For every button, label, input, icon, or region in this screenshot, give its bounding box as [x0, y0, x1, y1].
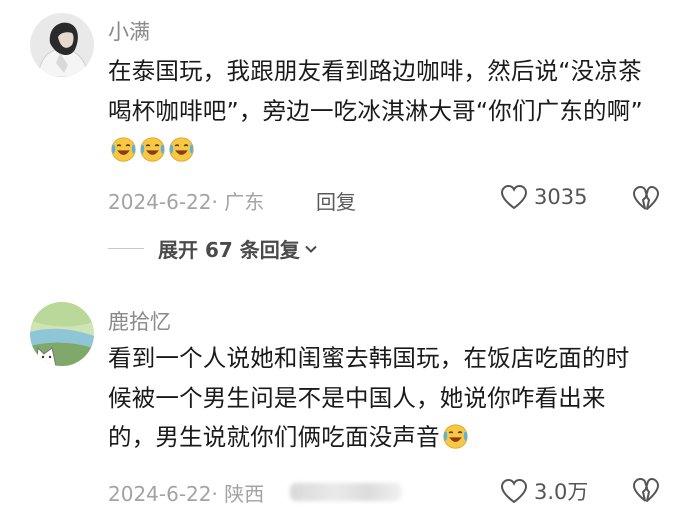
- comment-text-content: 看到一个人说她和闺蜜去韩国玩，在饭店吃面的时候被一个男生问是不是中国人，她说你咋…: [108, 344, 630, 451]
- comment-2: 鹿拾忆 看到一个人说她和闺蜜去韩国玩，在饭店吃面的时候被一个男生问是不是中国人，…: [0, 290, 690, 509]
- expand-replies-label: 展开 67 条回复: [158, 238, 300, 262]
- heart-outline-icon: [500, 184, 528, 210]
- expand-divider-line: [108, 248, 144, 249]
- expand-replies-button[interactable]: 展开 67 条回复: [108, 234, 318, 263]
- username[interactable]: 鹿拾忆: [108, 306, 171, 336]
- laugh-cry-emoji-icon: [442, 423, 469, 450]
- heart-outline-icon: [500, 478, 528, 504]
- comment-text: 看到一个人说她和闺蜜去韩国玩，在饭店吃面的时候被一个男生问是不是中国人，她说你咋…: [108, 339, 648, 458]
- like-button[interactable]: 3035: [500, 184, 587, 210]
- avatar[interactable]: [30, 302, 94, 366]
- blurred-watermark: [290, 483, 402, 501]
- like-count: 3035: [534, 185, 588, 209]
- avatar[interactable]: [30, 13, 94, 77]
- reply-button[interactable]: 回复: [316, 186, 356, 215]
- comment-location: 广东: [224, 190, 265, 214]
- like-button[interactable]: 3.0万: [500, 476, 588, 506]
- comment-location: 陕西: [224, 482, 265, 506]
- broken-heart-icon: [633, 186, 659, 210]
- like-count: 3.0万: [534, 480, 589, 504]
- username[interactable]: 小满: [108, 16, 150, 46]
- comment-meta: 2024-6-22· 陕西: [108, 478, 264, 507]
- comment-1: 小满 在泰国玩，我跟朋友看到路边咖啡，然后说“没凉茶喝杯咖啡吧”，旁边一吃冰淇淋…: [0, 0, 690, 270]
- laugh-cry-emoji-icon: [139, 136, 166, 163]
- comment-date: 2024-6-22: [108, 482, 212, 506]
- broken-heart-icon: [633, 478, 659, 502]
- comment-text: 在泰国玩，我跟朋友看到路边咖啡，然后说“没凉茶喝杯咖啡吧”，旁边一吃冰淇淋大哥“…: [108, 52, 648, 171]
- comment-date: 2024-6-22: [108, 190, 212, 214]
- meta-separator: ·: [211, 190, 225, 214]
- meta-separator: ·: [211, 482, 225, 506]
- dislike-button[interactable]: [632, 185, 660, 211]
- dislike-button[interactable]: [632, 477, 660, 503]
- chevron-down-icon: [305, 245, 317, 253]
- comment-meta: 2024-6-22· 广东: [108, 186, 264, 215]
- comment-text-content: 在泰国玩，我跟朋友看到路边咖啡，然后说“没凉茶喝杯咖啡吧”，旁边一吃冰淇淋大哥“…: [108, 57, 643, 125]
- laugh-cry-emoji-icon: [168, 136, 195, 163]
- laugh-cry-emoji-icon: [110, 136, 137, 163]
